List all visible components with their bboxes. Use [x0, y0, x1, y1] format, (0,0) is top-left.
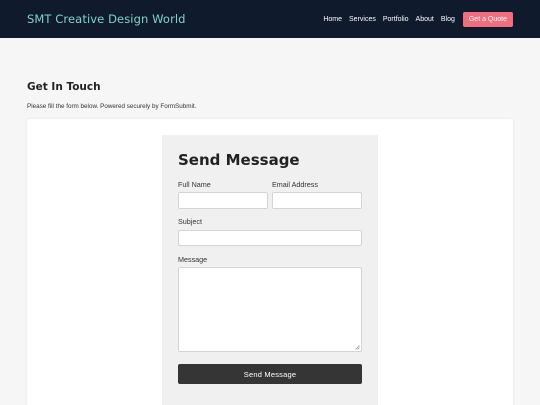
section-description: Please fill the form below. Powered secu…	[27, 103, 197, 110]
nav-link-home[interactable]: Home	[323, 16, 342, 23]
email-label: Email Address	[272, 180, 318, 189]
form-title: Send Message	[178, 151, 300, 169]
nav-link-services[interactable]: Services	[349, 16, 376, 23]
email-input[interactable]	[272, 192, 362, 209]
section-title: Get In Touch	[27, 81, 101, 93]
message-textarea[interactable]	[178, 267, 362, 352]
send-message-button[interactable]: Send Message	[178, 364, 362, 384]
message-label: Message	[178, 255, 208, 264]
full-name-label: Full Name	[178, 180, 211, 189]
resize-grip-icon[interactable]	[355, 345, 360, 350]
nav-link-portfolio[interactable]: Portfolio	[383, 16, 409, 23]
top-navbar: SMT Creative Design World Home Services …	[0, 0, 540, 38]
get-a-quote-button[interactable]: Get a Quote	[462, 11, 513, 27]
brand-logo-text[interactable]: SMT Creative Design World	[27, 12, 316, 26]
subject-label: Subject	[178, 217, 202, 226]
nav-link-about[interactable]: About	[416, 16, 434, 23]
main-nav: Home Services Portfolio About Blog Get a…	[316, 11, 513, 27]
full-name-input[interactable]	[178, 192, 268, 209]
subject-input[interactable]	[178, 230, 362, 246]
nav-link-blog[interactable]: Blog	[441, 16, 455, 23]
